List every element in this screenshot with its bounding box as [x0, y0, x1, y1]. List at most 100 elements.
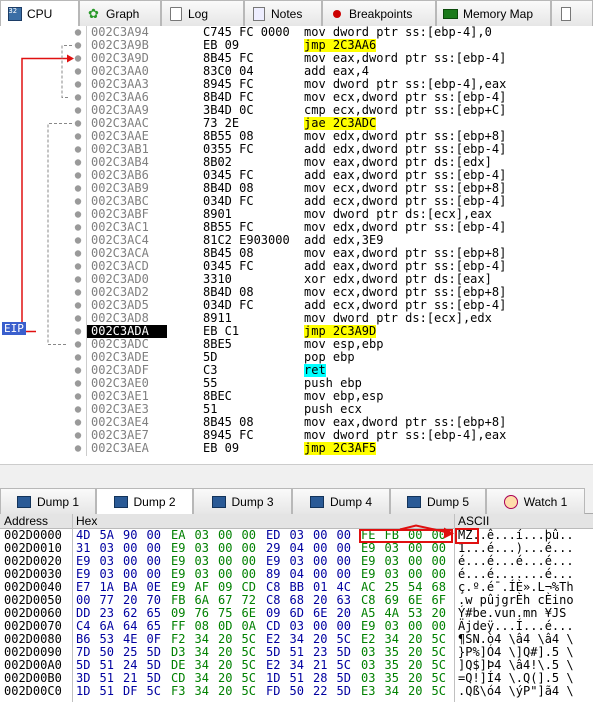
hex-byte: 50 — [289, 684, 304, 698]
dump-icon — [310, 495, 325, 509]
breakpoint-dot — [74, 354, 82, 361]
breakpoint-dot — [74, 42, 82, 49]
breakpoint-dot — [74, 445, 82, 452]
tab-label: Dump 3 — [231, 494, 274, 509]
log-icon — [168, 6, 183, 21]
disasm-row[interactable]: 002C3ADE 5D pop ebp — [87, 351, 593, 364]
tab-label: Watch 1 — [523, 494, 568, 509]
breakpoint-dot — [74, 68, 82, 75]
document-icon — [558, 6, 573, 21]
breakpoint-dot — [74, 211, 82, 218]
breakpoint-dot — [74, 55, 82, 62]
hex-dump-view[interactable]: Address Hex ASCII 002D0000 4D 5A 90 00 EA 03 00… — [0, 514, 593, 702]
hex-byte: F3 — [171, 684, 186, 698]
splitter[interactable] — [0, 464, 593, 488]
memory-map-icon — [443, 7, 458, 21]
watch-icon — [504, 494, 519, 509]
breakpoint-dot — [74, 81, 82, 88]
instruction-address: 002C3AEA — [91, 441, 149, 455]
column-divider[interactable] — [454, 514, 455, 702]
tab-graph[interactable]: ✿ Graph — [79, 0, 161, 26]
tab-label: Dump 5 — [426, 494, 470, 509]
hex-byte: 22 — [313, 684, 328, 698]
breakpoint-dot — [74, 198, 82, 205]
tab-breakpoints[interactable]: Breakpoints — [322, 0, 436, 26]
breakpoint-dot — [74, 120, 82, 127]
hex-byte: 1D — [76, 684, 91, 698]
column-divider[interactable] — [72, 514, 73, 702]
breakpoint-dot — [74, 380, 82, 387]
tab-cpu[interactable]: 32 CPU — [0, 0, 79, 27]
tab-overflow[interactable] — [551, 0, 593, 26]
eip-indicator: EIP — [2, 322, 26, 335]
breakpoint-dot — [74, 146, 82, 153]
tab-dump-1[interactable]: Dump 1 — [0, 488, 96, 514]
dump-icon — [17, 495, 32, 509]
top-tab-bar: 32 CPU ✿ Graph Log Notes Breakpoints Memory Map — [0, 0, 593, 27]
breakpoint-dot — [74, 94, 82, 101]
dump-header: Address Hex ASCII — [0, 514, 593, 529]
dump-icon — [113, 495, 128, 509]
dump-rows: 002D0000 4D 5A 90 00 EA 03 00 00 ED 03 00 00 FE FB 00 00… — [0, 529, 593, 698]
tab-dump-2[interactable]: Dump 2 — [96, 488, 193, 515]
hex-byte: 5D — [336, 684, 351, 698]
hex-byte: 20 — [218, 684, 233, 698]
x64dbg-window: 32 CPU ✿ Graph Log Notes Breakpoints Memory Map… — [0, 0, 593, 702]
hex-byte: 20 — [408, 684, 423, 698]
breakpoint-dot — [74, 315, 82, 322]
tab-label: Graph — [106, 6, 140, 21]
dump-icon — [211, 495, 226, 509]
graph-icon: ✿ — [88, 6, 99, 21]
branch-arrow-line — [47, 123, 72, 345]
dump-icon — [407, 495, 422, 509]
hex-header[interactable]: Hex — [76, 514, 97, 529]
hex-byte: 34 — [194, 684, 209, 698]
disasm-row[interactable]: 002C3AEA EB 09 jmp 2C3AF5 — [87, 442, 593, 455]
breakpoint-dot — [74, 328, 82, 335]
tab-label: Dump 4 — [329, 494, 373, 509]
breakpoint-dot — [74, 133, 82, 140]
breakpoint-dot — [74, 107, 82, 114]
tab-dump-4[interactable]: Dump 4 — [292, 488, 390, 514]
breakpoint-dot — [74, 341, 82, 348]
tab-label: Log — [188, 6, 209, 21]
breakpoint-dot — [74, 237, 82, 244]
breakpoint-dot — [74, 276, 82, 283]
tab-label: CPU — [27, 7, 53, 21]
tab-label: Dump 2 — [133, 495, 176, 509]
hex-byte: 51 — [99, 684, 114, 698]
tab-notes[interactable]: Notes — [244, 0, 322, 26]
hex-byte: 34 — [384, 684, 399, 698]
instruction-bytes: EB 09 — [203, 441, 240, 455]
breakpoint-dot — [74, 289, 82, 296]
notes-icon — [251, 6, 266, 21]
tab-label: Dump 1 — [36, 494, 80, 509]
address-header[interactable]: Address — [4, 514, 48, 529]
tab-watch-1[interactable]: Watch 1 — [486, 488, 585, 514]
dump-tab-bar: Dump 1 Dump 2 Dump 3 Dump 4 Dump 5 Watch 1 — [0, 488, 593, 515]
ascii-text: .Qß\ó4 \ýP"]ã4 \ — [458, 684, 574, 698]
hex-byte: DF — [123, 684, 138, 698]
breakpoint-dot — [74, 29, 82, 36]
breakpoint-dot — [74, 302, 82, 309]
tab-log[interactable]: Log — [161, 0, 244, 26]
hex-byte: 5C — [241, 684, 256, 698]
tab-memory-map[interactable]: Memory Map — [436, 0, 551, 26]
breakpoint-dot — [74, 419, 82, 426]
hex-byte: 5C — [431, 684, 446, 698]
instruction-text: jmp 2C3AF5 — [304, 441, 377, 455]
disassembly-view[interactable]: 002C3A94 C745 FC 0000 mov dword ptr ss:[eb… — [0, 26, 593, 456]
breakpoint-dot — [74, 432, 82, 439]
tab-dump-5[interactable]: Dump 5 — [390, 488, 486, 514]
tab-dump-3[interactable]: Dump 3 — [193, 488, 292, 514]
breakpoint-dot — [74, 263, 82, 270]
breakpoint-icon — [329, 7, 344, 21]
disassembly-lines: 002C3A94 C745 FC 0000 mov dword ptr ss:[eb… — [87, 26, 593, 455]
dump-row[interactable]: 002D00C0 1D 51 DF 5C F3 34 20 5C FD 50 22 5D E3 34 20 5C… — [0, 685, 593, 698]
disassembly-scroll-area[interactable] — [0, 456, 593, 464]
breakpoint-dot — [74, 250, 82, 257]
tab-label: Breakpoints — [349, 6, 413, 21]
branch-arrow-line — [61, 45, 72, 98]
ascii-header[interactable]: ASCII — [458, 514, 489, 529]
breakpoint-dot — [74, 367, 82, 374]
